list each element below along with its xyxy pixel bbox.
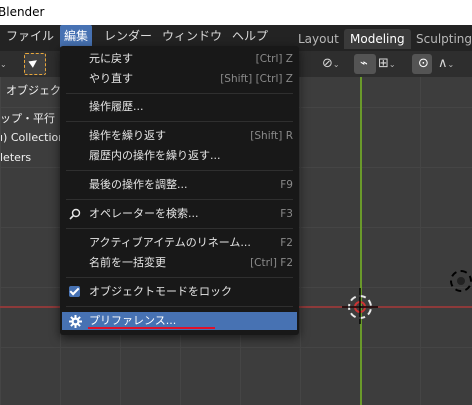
menu-separator	[66, 306, 293, 307]
menu-item-lock-object-modes[interactable]: オブジェクトモードをロック	[62, 283, 297, 301]
select-tool-icon[interactable]	[24, 53, 46, 75]
light-object-icon[interactable]	[450, 270, 472, 292]
units-info-text: leters	[0, 151, 32, 164]
window-title: Blender	[0, 5, 45, 19]
menu-item-adjust-last[interactable]: 最後の操作を調整... F9	[62, 176, 297, 194]
menu-item-operator-search[interactable]: オペレーターを検索... F3	[62, 205, 297, 223]
menu-edit[interactable]: 編集	[60, 25, 93, 48]
menu-help[interactable]: ヘルプ	[228, 25, 272, 48]
collection-info-text: ı) Collection	[0, 131, 66, 144]
menu-file[interactable]: ファイル	[2, 25, 58, 48]
menu-separator	[66, 277, 293, 278]
menu-item-batch-rename[interactable]: 名前を一括変更 [Ctrl] F2	[62, 254, 297, 272]
menu-item-undo-history[interactable]: 操作履歴...	[62, 98, 297, 116]
menu-item-repeat-last[interactable]: 操作を繰り返す [Shift] R	[62, 127, 297, 145]
view-info-text: ップ・平行	[0, 112, 55, 125]
checkbox-checked-icon[interactable]	[69, 286, 80, 297]
proportional-dot-icon: ⊙	[418, 56, 429, 71]
red-annotation-underline	[88, 327, 215, 329]
menu-render[interactable]: レンダー	[100, 25, 156, 48]
menu-item-repeat-history[interactable]: 履歴内の操作を繰り返す...	[62, 147, 297, 165]
title-bar: Blender	[0, 0, 472, 25]
transform-orientation-icon[interactable]: ⊘⌄	[322, 54, 340, 74]
snap-target-icon[interactable]: ⊞⌄	[378, 54, 396, 74]
menu-separator	[66, 199, 293, 200]
menu-separator	[66, 121, 293, 122]
menu-separator	[66, 228, 293, 229]
tab-sculpting[interactable]: Sculpting	[410, 29, 472, 49]
menu-separator	[66, 93, 293, 94]
search-icon	[69, 208, 81, 220]
3d-cursor-crosshair-v	[359, 288, 361, 324]
gear-icon	[69, 315, 82, 328]
edit-menu-dropdown: 元に戻す [Ctrl] Z やり直す [Shift] [Ctrl] Z 操作履歴…	[60, 46, 299, 335]
editor-type-chevron-icon[interactable]: ⌄	[0, 54, 14, 74]
menu-item-undo[interactable]: 元に戻す [Ctrl] Z	[62, 50, 297, 68]
menu-separator	[66, 170, 293, 171]
falloff-curve-icon[interactable]: ∧⌄	[438, 54, 454, 74]
magnet-icon: ⌁	[360, 56, 368, 71]
menu-item-redo[interactable]: やり直す [Shift] [Ctrl] Z	[62, 70, 297, 88]
menu-item-rename-active[interactable]: アクティブアイテムのリネーム... F2	[62, 234, 297, 252]
menu-window[interactable]: ウィンドウ	[158, 25, 226, 48]
y-axis-line	[360, 77, 362, 405]
tab-layout[interactable]: Layout	[292, 29, 345, 49]
tab-modeling[interactable]: Modeling	[344, 29, 411, 49]
mode-selector[interactable]: オブジェク	[6, 82, 61, 98]
